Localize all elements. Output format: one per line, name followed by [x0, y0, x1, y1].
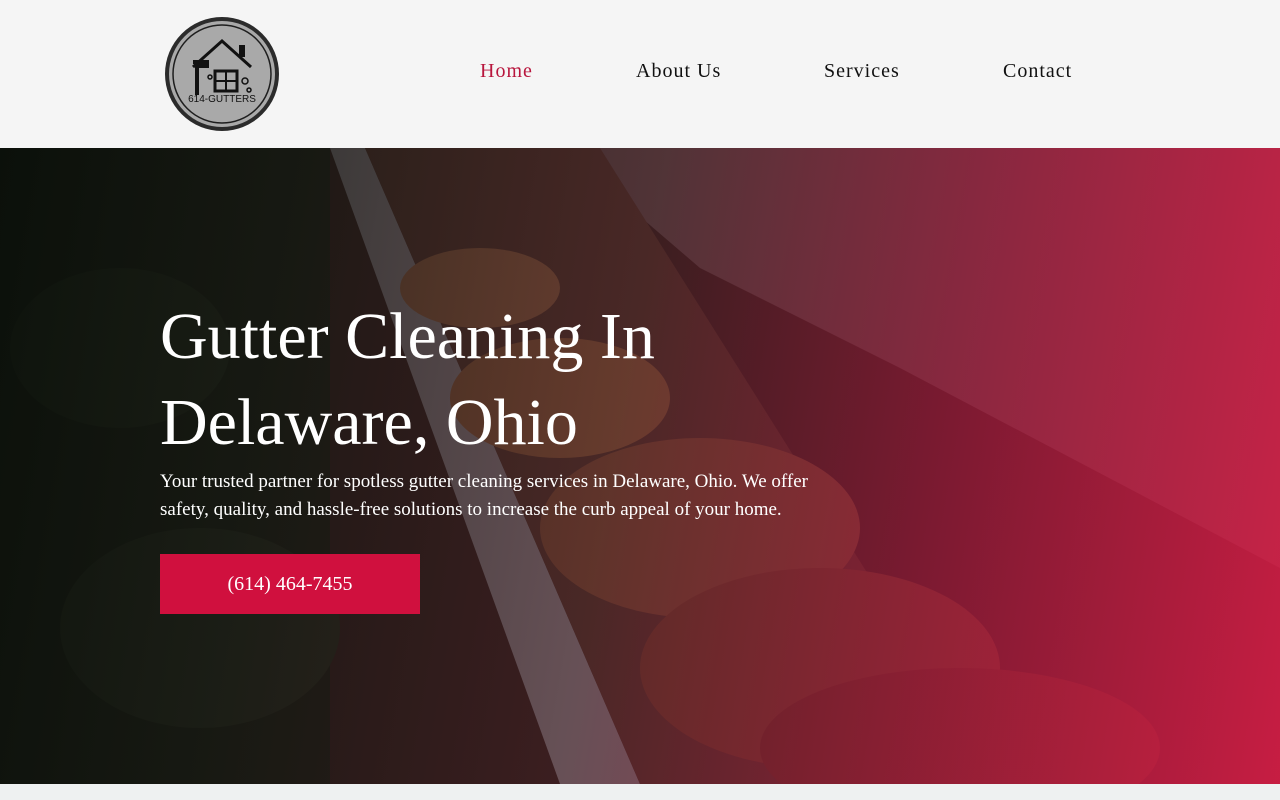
hero-title: Gutter Cleaning In Delaware, Ohio: [160, 294, 860, 466]
main-nav: Home About Us Services Contact: [0, 60, 1280, 88]
call-phone-button[interactable]: (614) 464-7455: [160, 554, 420, 614]
nav-services[interactable]: Services: [824, 60, 900, 83]
hero-section: Gutter Cleaning In Delaware, Ohio Your t…: [0, 148, 1280, 784]
hero-title-line-2: Delaware, Ohio: [160, 386, 578, 459]
hero-description: Your trusted partner for spotless gutter…: [160, 471, 808, 520]
site-header: 614-GUTTERS Home About Us Services Conta…: [0, 0, 1280, 148]
hero-gradient-overlay: [0, 148, 1280, 784]
nav-about-us[interactable]: About Us: [636, 60, 721, 83]
logo-text: 614-GUTTERS: [188, 94, 256, 105]
nav-contact[interactable]: Contact: [1003, 60, 1072, 83]
nav-home[interactable]: Home: [480, 60, 533, 83]
next-section-edge: [0, 784, 1280, 800]
hero-title-line-1: Gutter Cleaning In: [160, 300, 655, 373]
